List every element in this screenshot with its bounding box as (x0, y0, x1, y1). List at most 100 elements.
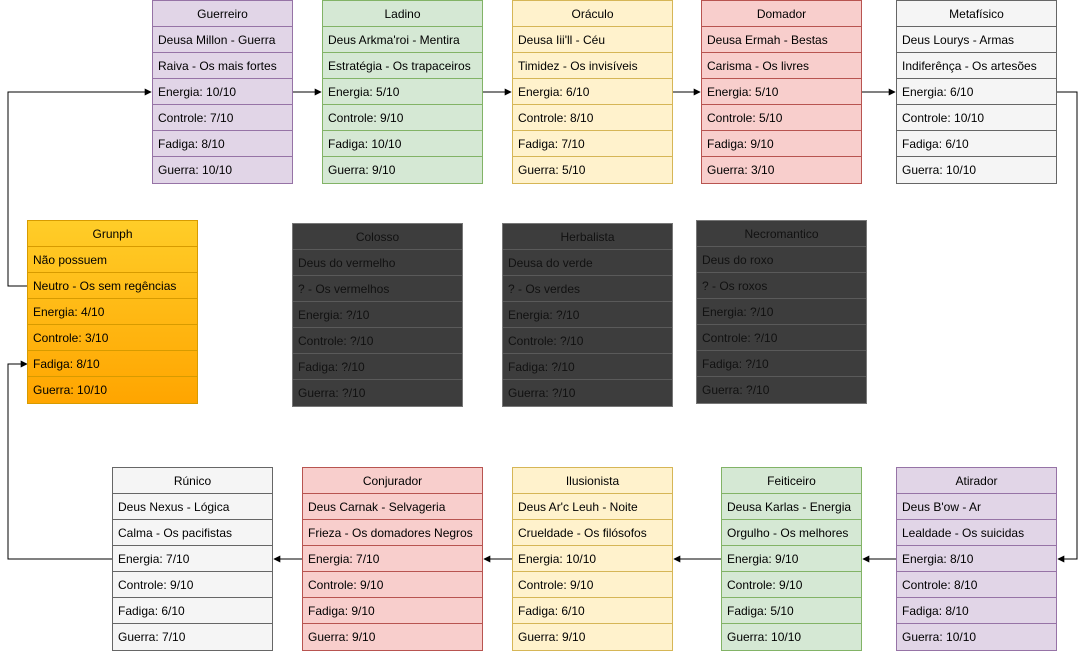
card-metafisico[interactable]: Metafísico Deus Lourys - Armas Indiferên… (896, 0, 1057, 184)
card-row-trait: ? - Os verdes (503, 276, 672, 302)
card-herbalista[interactable]: Herbalista Deusa do verde ? - Os verdes … (502, 223, 673, 407)
card-row-deity: Deus Lourys - Armas (897, 27, 1056, 53)
card-row-trait: ? - Os vermelhos (293, 276, 462, 302)
card-row-trait: Orgulho - Os melhores (722, 520, 861, 546)
card-row-trait: Calma - Os pacifistas (113, 520, 272, 546)
card-row-fadiga: Fadiga: 5/10 (722, 598, 861, 624)
card-row-guerra: Guerra: 10/10 (902, 630, 977, 644)
card-row-fadiga: Fadiga: ?/10 (293, 354, 462, 380)
card-row-energia: Energia: 8/10 (897, 546, 1056, 572)
card-row-energia: Energia: 5/10 (323, 79, 482, 105)
card-title: Colosso (293, 224, 462, 250)
card-row-trait: Crueldade - Os filósofos (513, 520, 672, 546)
card-row-guerra: Guerra: 10/10 (33, 383, 108, 397)
card-row-fadiga: Fadiga: 6/10 (113, 598, 272, 624)
card-row-controle: Controle: 9/10 (722, 572, 861, 598)
card-row-trait: Lealdade - Os suicidas (897, 520, 1056, 546)
card-row-guerra: Guerra: 10/10 (902, 163, 977, 177)
card-row-energia: Energia: ?/10 (503, 302, 672, 328)
card-row-controle: Controle: 7/10 (153, 105, 292, 131)
card-row-guerra: Guerra: 9/10 (308, 630, 376, 644)
card-ilusionista[interactable]: Ilusionista Deus Ar'c Leuh - Noite Cruel… (512, 467, 673, 651)
card-row-trait: ? - Os roxos (697, 273, 866, 299)
card-row-trait: Neutro - Os sem regências (28, 273, 197, 299)
card-row-guerra: Guerra: 10/10 (727, 630, 802, 644)
card-title: Domador (702, 1, 861, 27)
card-row-deity: Deusa Ermah - Bestas (702, 27, 861, 53)
card-title: Necromantico (697, 221, 866, 247)
card-row-energia: Energia: 9/10 (722, 546, 861, 572)
card-ladino[interactable]: Ladino Deus Arkma'roi - Mentira Estratég… (322, 0, 483, 184)
card-row-trait: Carisma - Os livres (702, 53, 861, 79)
card-row-deity: Deusa do verde (503, 250, 672, 276)
card-necromantico[interactable]: Necromantico Deus do roxo ? - Os roxos E… (696, 220, 867, 404)
card-row-fadiga: Fadiga: 9/10 (303, 598, 482, 624)
card-grunph[interactable]: Grunph Não possuem Neutro - Os sem regên… (27, 220, 198, 404)
card-row-guerra: Guerra: 9/10 (518, 630, 586, 644)
card-row-trait: Indiferênça - Os artesões (897, 53, 1056, 79)
card-row-fadiga: Fadiga: 10/10 (323, 131, 482, 157)
class-diagram: Guerreiro Deusa Millon - Guerra Raiva - … (0, 0, 1085, 652)
card-title: Oráculo (513, 1, 672, 27)
card-title: Rúnico (113, 468, 272, 494)
card-row-controle: Controle: ?/10 (293, 328, 462, 354)
card-title: Grunph (28, 221, 197, 247)
card-oraculo[interactable]: Oráculo Deusa Iii'll - Céu Timidez - Os … (512, 0, 673, 184)
card-guerreiro[interactable]: Guerreiro Deusa Millon - Guerra Raiva - … (152, 0, 293, 184)
card-row-controle: Controle: 3/10 (28, 325, 197, 351)
card-row-energia: Energia: ?/10 (697, 299, 866, 325)
card-row-fadiga: Fadiga: ?/10 (503, 354, 672, 380)
card-row-energia: Energia: 6/10 (513, 79, 672, 105)
card-row-energia: Energia: 7/10 (303, 546, 482, 572)
card-row-guerra: Guerra: ?/10 (702, 383, 770, 397)
card-row-fadiga: Fadiga: 8/10 (897, 598, 1056, 624)
card-row-controle: Controle: 9/10 (323, 105, 482, 131)
card-title: Ilusionista (513, 468, 672, 494)
card-row-deity: Deus B'ow - Ar (897, 494, 1056, 520)
card-row-deity: Deus do roxo (697, 247, 866, 273)
card-title: Feiticeiro (722, 468, 861, 494)
card-atirador[interactable]: Atirador Deus B'ow - Ar Lealdade - Os su… (896, 467, 1057, 651)
card-row-controle: Controle: 9/10 (513, 572, 672, 598)
card-row-fadiga: Fadiga: 6/10 (513, 598, 672, 624)
card-row-deity: Deusa Iii'll - Céu (513, 27, 672, 53)
card-row-trait: Frieza - Os domadores Negros (303, 520, 482, 546)
card-row-fadiga: Fadiga: ?/10 (697, 351, 866, 377)
card-row-controle: Controle: 8/10 (513, 105, 672, 131)
card-row-controle: Controle: ?/10 (697, 325, 866, 351)
card-domador[interactable]: Domador Deusa Ermah - Bestas Carisma - O… (701, 0, 862, 184)
card-feiticeiro[interactable]: Feiticeiro Deusa Karlas - Energia Orgulh… (721, 467, 862, 651)
card-row-trait: Estratégia - Os trapaceiros (323, 53, 482, 79)
card-title: Guerreiro (153, 1, 292, 27)
card-row-controle: Controle: 5/10 (702, 105, 861, 131)
card-row-fadiga: Fadiga: 9/10 (702, 131, 861, 157)
card-row-deity: Deus Nexus - Lógica (113, 494, 272, 520)
card-title: Atirador (897, 468, 1056, 494)
card-row-deity: Deus Arkma'roi - Mentira (323, 27, 482, 53)
card-row-energia: Energia: 6/10 (897, 79, 1056, 105)
edge-metafisico-to-atirador (1057, 91, 1078, 563)
card-row-guerra: Guerra: 5/10 (518, 163, 586, 177)
card-row-guerra: Guerra: 7/10 (118, 630, 186, 644)
card-row-energia: Energia: 7/10 (113, 546, 272, 572)
card-colosso[interactable]: Colosso Deus do vermelho ? - Os vermelho… (292, 223, 463, 407)
card-row-trait: Raiva - Os mais fortes (153, 53, 292, 79)
card-row-fadiga: Fadiga: 7/10 (513, 131, 672, 157)
card-row-energia: Energia: 10/10 (153, 79, 292, 105)
card-title: Ladino (323, 1, 482, 27)
card-row-energia: Energia: 4/10 (28, 299, 197, 325)
card-row-guerra: Guerra: 10/10 (158, 163, 233, 177)
card-row-guerra: Guerra: ?/10 (298, 386, 366, 400)
card-row-energia: Energia: 5/10 (702, 79, 861, 105)
card-row-controle: Controle: ?/10 (503, 328, 672, 354)
card-runico[interactable]: Rúnico Deus Nexus - Lógica Calma - Os pa… (112, 467, 273, 651)
card-title: Herbalista (503, 224, 672, 250)
card-row-controle: Controle: 10/10 (897, 105, 1056, 131)
card-conjurador[interactable]: Conjurador Deus Carnak - Selvageria Frie… (302, 467, 483, 651)
card-row-guerra: Guerra: 3/10 (707, 163, 775, 177)
card-row-controle: Controle: 9/10 (303, 572, 482, 598)
card-row-deity: Deus Ar'c Leuh - Noite (513, 494, 672, 520)
card-row-deity: Deusa Karlas - Energia (722, 494, 861, 520)
card-row-energia: Energia: 10/10 (513, 546, 672, 572)
card-row-deity: Deusa Millon - Guerra (153, 27, 292, 53)
